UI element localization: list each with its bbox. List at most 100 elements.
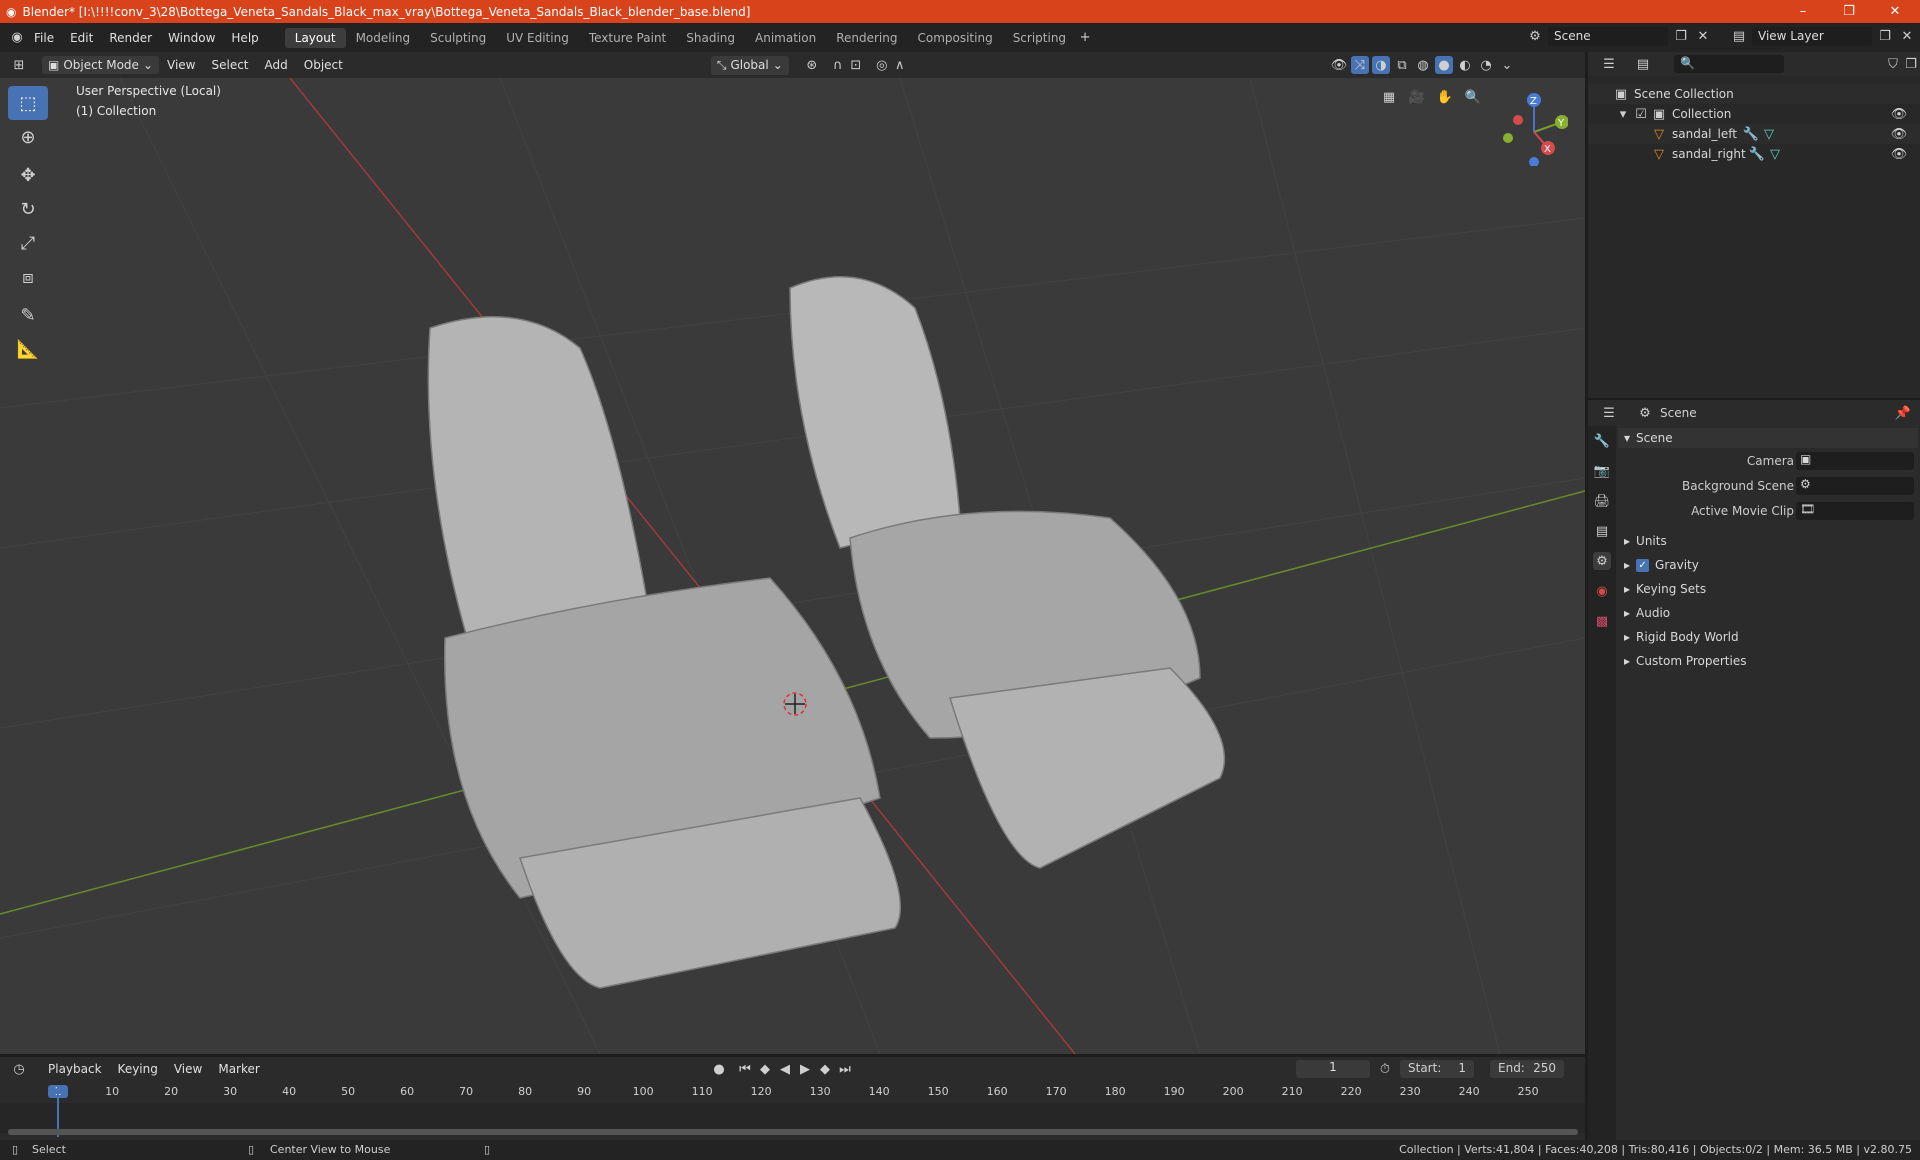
tab-layout[interactable]: Layout [284,27,346,48]
record-icon[interactable]: ● [710,1060,728,1078]
overlay-toggle-icon[interactable]: ◑ [1372,56,1390,74]
start-frame-field[interactable]: Start: 1 [1400,1060,1474,1078]
scene-tab-icon[interactable]: ⚙ [1593,552,1611,570]
scene-panel-header[interactable]: ▾ Scene [1618,428,1918,448]
jump-end-icon[interactable]: ⏭ [836,1060,854,1078]
menu-add[interactable]: Add [257,58,296,72]
frame-ruler[interactable]: 1102030405060708090100110120130140150160… [0,1083,1585,1103]
new-scene-icon[interactable]: ❐ [1672,28,1690,46]
close-button[interactable]: ✕ [1872,0,1918,23]
zoom-view-icon[interactable]: 🔍 [1464,88,1482,106]
outliner-collection-row[interactable]: ▾ ☑ ▣ Collection 👁 [1588,104,1920,124]
modifier-icon[interactable]: 🔧 [1742,125,1760,143]
collection-checkbox-icon[interactable]: ☑ [1632,105,1650,123]
menu-view[interactable]: View [159,58,203,72]
outliner-search-input[interactable]: 🔍 [1674,55,1784,73]
menu-edit[interactable]: Edit [62,31,101,45]
menu-help[interactable]: Help [223,31,266,45]
play-reverse-icon[interactable]: ◀ [776,1060,794,1078]
delete-view-layer-icon[interactable]: ✕ [1898,28,1916,46]
background-scene-field[interactable]: ⚙ [1796,476,1914,495]
outliner-editor-icon[interactable]: ☰ [1600,55,1618,73]
timeline-view-menu[interactable]: View [166,1062,210,1076]
tab-shading[interactable]: Shading [676,28,745,48]
annotate-tool[interactable]: ✎ [8,298,48,332]
rotate-tool[interactable]: ↻ [8,192,48,226]
tab-sculpting[interactable]: Sculpting [420,28,496,48]
marker-menu[interactable]: Marker [210,1062,267,1076]
snap-icon[interactable]: ∩ [829,56,847,74]
scale-tool[interactable]: ⤢ [8,226,48,260]
rigid-body-world-section[interactable]: ▸ Rigid Body World [1618,625,1918,649]
timeline-editor-icon[interactable]: ◷ [10,1060,28,1078]
toggle-ortho-icon[interactable]: ▦ [1380,88,1398,106]
world-tab-icon[interactable]: ◉ [1593,582,1611,600]
outliner-object-row[interactable]: ▽ sandal_left 🔧 ▽ 👁 [1588,124,1920,144]
eye-icon[interactable]: 👁 [1890,125,1908,143]
stopwatch-icon[interactable]: ⏱ [1376,1060,1394,1078]
falloff-icon[interactable]: ∧ [891,56,909,74]
pan-view-icon[interactable]: ✋ [1436,88,1454,106]
keying-sets-section[interactable]: ▸ Keying Sets [1618,577,1918,601]
jump-start-icon[interactable]: ⏮ [736,1060,754,1078]
menu-object[interactable]: Object [296,58,351,72]
eye-icon[interactable]: 👁 [1890,145,1908,163]
camera-field[interactable]: ▣ [1796,451,1914,470]
end-frame-field[interactable]: End: 250 [1490,1060,1564,1078]
xray-icon[interactable]: ⧉ [1393,56,1411,74]
wireframe-shading-icon[interactable]: ◍ [1414,56,1432,74]
tool-tab-icon[interactable]: 🔧 [1593,432,1611,450]
gizmo-toggle-icon[interactable]: ⤨ [1351,56,1369,74]
active-movie-clip-field[interactable]: 🎞 [1796,501,1914,520]
tab-rendering[interactable]: Rendering [826,28,907,48]
tab-uv-editing[interactable]: UV Editing [496,28,579,48]
pivot-icon[interactable]: ⊛ [803,56,821,74]
play-icon[interactable]: ▶ [796,1060,814,1078]
eye-icon[interactable]: 👁 [1890,105,1908,123]
object-mode-dropdown[interactable]: ▣ Object Mode ⌄ [42,56,159,74]
editor-type-icon[interactable]: ⊞ [10,56,28,74]
rendered-shading-icon[interactable]: ◔ [1477,56,1495,74]
expand-collection-icon[interactable]: ▾ [1614,105,1632,123]
filter-icon[interactable]: ⛉ [1884,55,1902,73]
prev-keyframe-icon[interactable]: ◆ [756,1060,774,1078]
menu-file[interactable]: File [26,31,62,45]
blender-menu-icon[interactable]: ◉ [8,29,26,47]
gravity-checkbox[interactable]: ✓ [1636,558,1650,572]
snap-target-icon[interactable]: ⊡ [847,56,865,74]
delete-scene-icon[interactable]: ✕ [1694,28,1712,46]
gravity-section[interactable]: ▸ ✓ Gravity [1618,553,1918,577]
navigation-gizmo[interactable]: Z Y X [1488,86,1568,166]
add-workspace-icon[interactable]: + [1076,29,1094,47]
visibility-icon[interactable]: 👁 [1330,56,1348,74]
solid-shading-icon[interactable]: ● [1435,56,1453,74]
new-collection-icon[interactable]: ❐ [1902,55,1920,73]
3d-viewport[interactable]: User Perspective (Local) (1) Collection … [0,78,1585,1054]
tab-texture-paint[interactable]: Texture Paint [579,28,676,48]
view-layer-tab-icon[interactable]: ▤ [1593,522,1611,540]
new-view-layer-icon[interactable]: ❐ [1876,28,1894,46]
menu-select[interactable]: Select [203,58,256,72]
audio-section[interactable]: ▸ Audio [1618,601,1918,625]
units-section[interactable]: ▸ Units [1618,529,1918,553]
restore-button[interactable]: ❐ [1826,0,1872,23]
next-keyframe-icon[interactable]: ◆ [816,1060,834,1078]
current-frame-field[interactable]: 1 [1296,1060,1370,1078]
display-mode-icon[interactable]: ▤ [1634,55,1652,73]
camera-view-icon[interactable]: 🎥 [1408,88,1426,106]
outliner-scene-collection[interactable]: ▣ Scene Collection [1588,84,1920,104]
menu-window[interactable]: Window [160,31,223,45]
pin-icon[interactable]: 📌 [1894,404,1912,422]
tab-modeling[interactable]: Modeling [346,28,421,48]
timeline-scrollbar[interactable] [8,1129,1578,1135]
select-box-tool[interactable]: ⬚ [8,86,48,120]
move-tool[interactable]: ✥ [8,158,48,192]
scene-selector[interactable]: Scene [1548,27,1668,46]
transform-orientation-dropdown[interactable]: ⤡ Global ⌄ [710,55,789,75]
outliner-object-row[interactable]: ▽ sandal_right 🔧 ▽ 👁 [1588,144,1920,164]
measure-tool[interactable]: 📐 [8,332,48,366]
minimize-button[interactable]: – [1780,0,1826,23]
custom-properties-section[interactable]: ▸ Custom Properties [1618,649,1918,673]
menu-render[interactable]: Render [101,31,160,45]
keying-menu[interactable]: Keying [110,1062,166,1076]
